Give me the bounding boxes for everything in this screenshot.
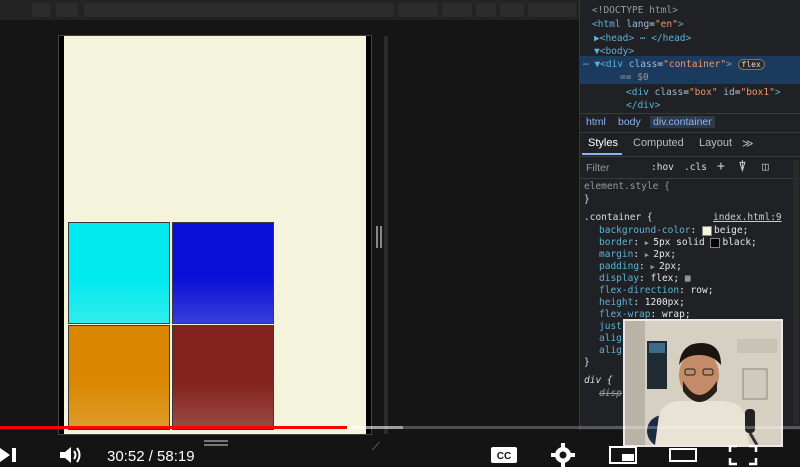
add-rule-icon[interactable]: + [717,159,725,174]
rule-close-brace: } [584,194,590,205]
more-tabs-icon[interactable]: ≫ [742,137,754,150]
paint-brush-icon[interactable]: ⍒ [739,160,746,173]
rule-container-selector[interactable]: .container { [584,212,653,223]
settings-icon[interactable] [550,443,576,467]
address-bar[interactable] [84,3,394,17]
expand-triangle-icon[interactable]: ▶ [645,251,653,259]
box-1[interactable] [68,222,170,324]
breadcrumb-html[interactable]: html [586,116,606,128]
toolbar-button[interactable] [442,3,472,17]
sidebar-toggle-icon[interactable]: ◫ [762,160,769,173]
prop-padding[interactable]: padding: ▶ 2px; [599,261,682,272]
box-3[interactable] [68,325,170,430]
progress-played [0,426,348,429]
rule-close-brace: } [584,357,590,368]
toolbar-button[interactable] [398,3,438,17]
prop-flex-direction[interactable]: flex-direction: row; [599,285,713,296]
prop-display[interactable]: display: flex; ▦ [599,273,691,284]
dom-line-head[interactable]: ▶<head> ⋯ </head> [594,33,691,44]
breadcrumb: html body div.container [580,113,800,133]
prop-background-color[interactable]: background-color: beige; [599,225,748,236]
prop-margin[interactable]: margin: ▶ 2px; [599,249,676,260]
toolbar-button[interactable] [500,3,524,17]
playback-time: 30:52 / 58:19 [107,448,195,465]
prop-height[interactable]: height: 1200px; [599,297,685,308]
color-swatch-icon[interactable] [710,237,721,248]
dom-line-container[interactable]: ⋯ ▼<div class="container"> flex [583,59,765,70]
dom-line-body[interactable]: ▼<body> [594,46,634,57]
flexbox-editor-icon[interactable]: ▦ [685,273,691,284]
toolbar-button[interactable] [528,3,576,17]
prop-align-partial-2[interactable]: alig [599,345,622,356]
active-tab-indicator [582,153,622,155]
more-options-icon[interactable]: ⋯ [583,59,594,70]
toolbar-button[interactable] [32,3,50,17]
dom-line-console-ref: == $0 [620,72,649,83]
box-2[interactable] [172,222,274,324]
tab-layout[interactable]: Layout [699,137,732,149]
filter-input[interactable]: Filter [586,162,609,174]
prop-justify-partial[interactable]: just [599,321,622,332]
breadcrumb-body[interactable]: body [618,116,641,128]
rule-element-style[interactable]: element.style { [584,181,670,192]
styles-filterbar: Filter :hov .cls + ⍒ ◫ [580,158,800,179]
fullscreen-icon[interactable] [728,444,758,466]
dom-line-html[interactable]: <html lang="en"> [592,19,684,30]
flex-badge[interactable]: flex [737,59,765,70]
prop-align-partial[interactable]: alig [599,333,622,344]
dom-line-close-div[interactable]: </div> [626,100,660,111]
prop-display-overridden[interactable]: disp [599,388,622,399]
flex-container[interactable] [58,35,372,435]
dom-line-box1[interactable]: <div class="box" id="box1"> [626,87,781,98]
toolbar-button[interactable] [56,3,78,17]
expand-triangle-icon[interactable]: ▶ [645,239,653,247]
cls-toggle[interactable]: .cls [684,162,707,173]
resize-handle-icon[interactable] [376,226,382,248]
viewport-scrollbar[interactable] [384,36,388,434]
box-4[interactable] [172,325,274,430]
styles-scrollbar[interactable] [793,160,799,425]
hov-toggle[interactable]: :hov [651,162,674,173]
prop-border[interactable]: border: ▶ 5px solid black; [599,237,757,248]
toolbar-button[interactable] [476,3,496,17]
breadcrumb-div-container[interactable]: div.container [650,116,715,128]
cc-label: CC [497,451,511,462]
expand-triangle-icon[interactable]: ▶ [651,263,659,271]
theater-icon[interactable] [668,445,698,465]
progress-buffered [347,426,404,429]
volume-icon[interactable] [58,445,84,465]
miniplayer-icon[interactable] [608,445,638,465]
next-icon[interactable] [0,446,22,464]
cc-icon[interactable]: CC [490,445,518,465]
tab-styles[interactable]: Styles [588,137,618,149]
rule-source-link[interactable]: index.html:9 [713,212,782,223]
tab-computed[interactable]: Computed [633,137,684,149]
color-swatch-icon[interactable] [701,225,712,236]
dom-line-doctype[interactable]: <!DOCTYPE html> [592,5,678,16]
rule-div-selector[interactable]: div { [584,375,613,386]
